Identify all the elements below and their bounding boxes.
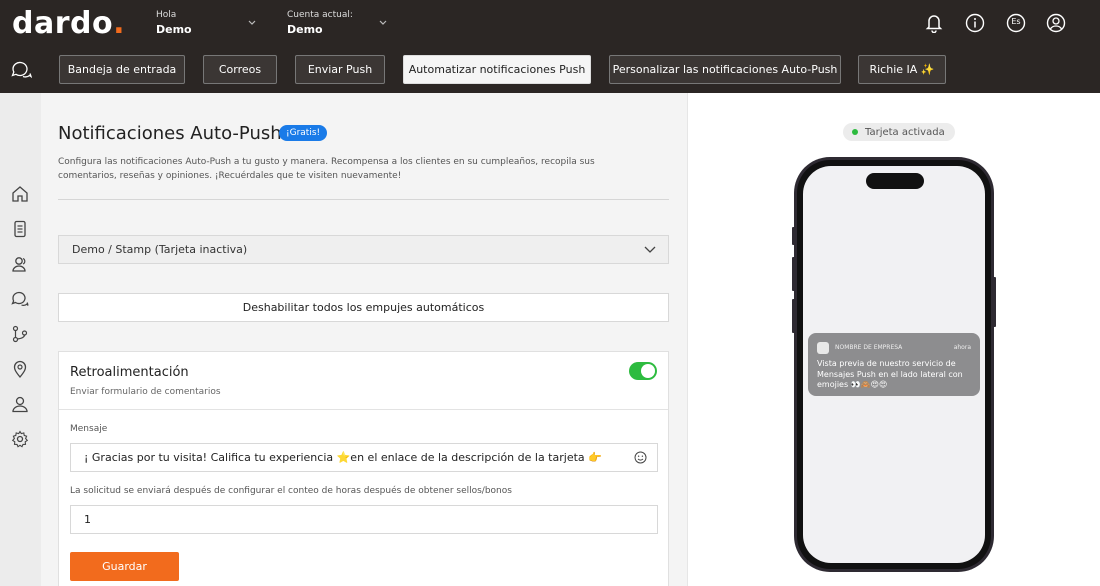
notification-company: NOMBRE DE EMPRESA [835, 344, 903, 351]
info-icon[interactable] [964, 12, 986, 34]
account-value: Demo [287, 23, 323, 36]
home-icon[interactable] [11, 185, 29, 203]
account-label: Cuenta actual: [287, 10, 353, 20]
feedback-card-header: Retroalimentación Enviar formulario de c… [59, 352, 668, 410]
git-branch-icon[interactable] [11, 325, 29, 343]
message-field[interactable]: ¡ Gracias por tu visita! Califica tu exp… [70, 443, 658, 472]
tab-richie-ai[interactable]: Richie IA ✨ [858, 55, 946, 84]
settings-icon[interactable] [11, 430, 29, 448]
top-bar: dardo. Hola Demo Cuenta actual: Demo Es [0, 0, 1100, 48]
user-icon[interactable] [1045, 12, 1067, 34]
bell-icon[interactable] [923, 12, 945, 34]
phone-button [792, 257, 795, 291]
chevron-down-icon [379, 18, 387, 29]
chevron-down-icon [644, 244, 656, 257]
greeting-selector[interactable]: Hola Demo [156, 10, 256, 36]
greeting-label: Hola [156, 10, 177, 20]
message-label: Mensaje [70, 424, 108, 434]
account-selector[interactable]: Cuenta actual: Demo [287, 10, 387, 36]
delay-label: La solicitud se enviará después de confi… [70, 486, 512, 496]
logo[interactable]: dardo. [12, 6, 125, 41]
phone-button [792, 299, 795, 333]
disable-all-button[interactable]: Deshabilitar todos los empujes automátic… [58, 293, 669, 322]
language-badge: Es [1011, 17, 1021, 26]
status-dot [852, 129, 858, 135]
chevron-down-icon [248, 18, 256, 29]
language-icon[interactable]: Es [1005, 12, 1027, 34]
location-pin-icon[interactable] [11, 360, 29, 379]
feedback-card: Retroalimentación Enviar formulario de c… [58, 351, 669, 586]
free-badge: ¡Gratis! [279, 125, 328, 141]
notification-preview: NOMBRE DE EMPRESA ahora Vista previa de … [808, 333, 980, 396]
tab-inbox[interactable]: Bandeja de entrada [59, 55, 185, 84]
toggle-knob [641, 364, 655, 378]
phone-mockup: NOMBRE DE EMPRESA ahora Vista previa de … [792, 157, 996, 572]
status-text: Tarjeta activada [865, 126, 945, 138]
feedback-toggle[interactable] [629, 362, 657, 380]
card-select[interactable]: Demo / Stamp (Tarjeta inactiva) [58, 235, 669, 264]
chat-icon[interactable] [11, 290, 29, 308]
app-icon [817, 342, 829, 354]
phone-button [993, 277, 996, 327]
feedback-title: Retroalimentación [70, 365, 189, 380]
user-plus-icon[interactable] [11, 395, 29, 413]
customers-icon[interactable] [11, 255, 29, 273]
tab-send-push[interactable]: Enviar Push [295, 55, 385, 84]
tab-customize-auto-push[interactable]: Personalizar las notificaciones Auto-Pus… [609, 55, 841, 84]
dynamic-island [866, 173, 924, 189]
tab-automate-push[interactable]: Automatizar notificaciones Push [403, 55, 591, 84]
message-value: ¡ Gracias por tu visita! Califica tu exp… [84, 451, 602, 464]
phone-button [792, 227, 795, 245]
delay-hours-input[interactable]: 1 [70, 505, 658, 534]
notification-body: Vista previa de nuestro servicio de Mens… [817, 359, 963, 389]
delay-value: 1 [84, 513, 91, 526]
main-nav: Bandeja de entrada Correos Enviar Push A… [0, 48, 1100, 93]
emoji-picker-icon[interactable] [634, 451, 647, 467]
wallet-icon[interactable] [11, 220, 29, 238]
save-button[interactable]: Guardar [70, 552, 179, 581]
left-sidebar [0, 93, 41, 586]
notification-time: ahora [953, 344, 971, 351]
chat-icon[interactable] [10, 59, 33, 83]
feedback-subtitle: Enviar formulario de comentarios [70, 387, 221, 397]
status-badge: Tarjeta activada [843, 123, 955, 141]
page-title: Notificaciones Auto-Push [58, 123, 282, 144]
preview-panel: Tarjeta activada NOMBRE DE EMPRESA ahora… [687, 93, 1100, 586]
tab-emails[interactable]: Correos [203, 55, 277, 84]
greeting-value: Demo [156, 23, 192, 36]
main-panel: Notificaciones Auto-Push ¡Gratis! Config… [41, 93, 687, 586]
card-select-value: Demo / Stamp (Tarjeta inactiva) [72, 243, 248, 256]
page-description: Configura las notificaciones Auto-Push a… [58, 157, 595, 181]
divider [58, 199, 669, 200]
